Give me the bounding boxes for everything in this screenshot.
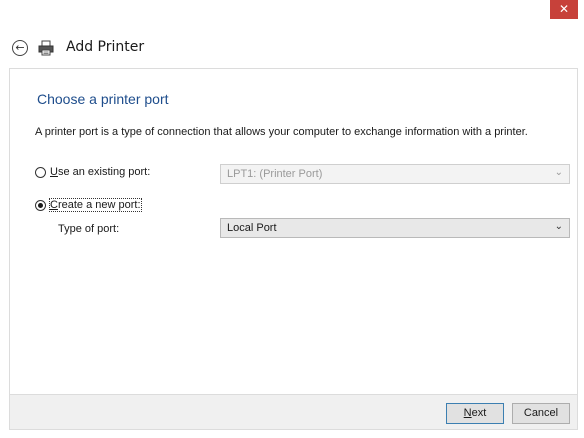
create-port-radio-circle[interactable] [35, 200, 46, 211]
port-type-value: Local Port [227, 222, 277, 234]
port-type-dropdown[interactable]: Local Port ⌄ [220, 218, 570, 238]
printer-icon [38, 40, 54, 56]
existing-port-value: LPT1: (Printer Port) [227, 168, 323, 180]
add-printer-window: ← Add Printer Choose a printer port A pr… [0, 0, 584, 438]
existing-port-label: Use an existing port: [50, 166, 151, 178]
page-description: A printer port is a type of connection t… [35, 126, 528, 138]
existing-port-radio-circle[interactable] [35, 167, 46, 178]
cancel-button[interactable]: Cancel [512, 403, 570, 424]
port-type-label: Type of port: [58, 223, 120, 235]
back-arrow-icon[interactable]: ← [12, 40, 28, 56]
create-port-radio[interactable]: Create a new port: [35, 198, 195, 215]
chevron-down-icon: ⌄ [554, 221, 563, 232]
chevron-down-icon: ⌄ [554, 167, 563, 178]
page-title: Choose a printer port [37, 91, 169, 107]
next-button[interactable]: Next [446, 403, 504, 424]
content-panel: Choose a printer port A printer port is … [9, 68, 578, 394]
existing-port-radio[interactable]: Use an existing port: [35, 166, 195, 182]
existing-port-dropdown[interactable]: LPT1: (Printer Port) ⌄ [220, 164, 570, 184]
close-button[interactable] [550, 0, 578, 19]
window-title: Add Printer [66, 39, 145, 55]
title-bar [0, 0, 584, 30]
wizard-footer: Next Cancel [9, 394, 578, 430]
wizard-header: ← Add Printer [8, 36, 568, 64]
create-port-label: Create a new port: [49, 198, 142, 212]
